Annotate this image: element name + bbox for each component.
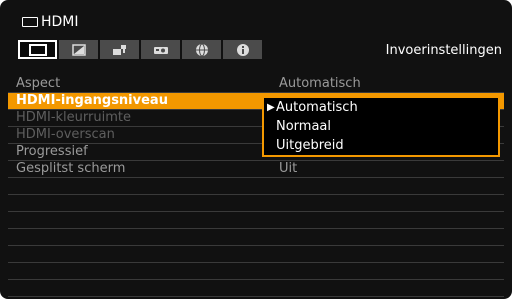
menu-item-value: Uit (279, 161, 298, 176)
menu-item-aspect[interactable]: Aspect Automatisch (8, 76, 504, 93)
menu-item-label: HDMI-ingangsniveau (16, 93, 168, 108)
projector-settings-icon (153, 44, 169, 56)
image-adjust-icon (71, 43, 86, 56)
dropdown-option-automatisch[interactable]: ▶ Automatisch (264, 99, 498, 117)
tab-installation[interactable] (100, 40, 139, 59)
empty-row (8, 178, 504, 195)
menu-item-label: Progressief (16, 144, 88, 159)
empty-row (8, 263, 504, 280)
tab-network[interactable] (182, 40, 221, 59)
empty-row (8, 246, 504, 263)
menu-item-label: Aspect (16, 76, 61, 91)
menu-item-label: HDMI-overscan (16, 127, 115, 142)
input-level-dropdown[interactable]: ▶ Automatisch Normaal Uitgebreid (262, 96, 500, 157)
empty-row (8, 195, 504, 212)
dropdown-option-label: Automatisch (276, 100, 358, 115)
empty-row (8, 212, 504, 229)
source-title-label: HDMI (41, 14, 79, 30)
menu-title: Invoerinstellingen (385, 43, 502, 58)
menu-item-split-screen[interactable]: Gesplitst scherm Uit (8, 161, 504, 178)
empty-row (8, 229, 504, 246)
tab-screen[interactable] (18, 40, 57, 59)
menu-item-label: Gesplitst scherm (16, 161, 126, 176)
network-globe-icon (195, 43, 209, 57)
installation-icon (112, 44, 128, 56)
dropdown-option-uitgebreid[interactable]: Uitgebreid (264, 137, 498, 155)
tab-image-adjust[interactable] (59, 40, 98, 59)
source-title: HDMI (22, 14, 79, 30)
selection-arrow-icon: ▶ (267, 102, 275, 113)
dropdown-option-label: Normaal (276, 119, 332, 134)
tab-projector-settings[interactable] (141, 40, 180, 59)
menu-item-label: HDMI-kleurruimte (16, 110, 131, 125)
hdmi-icon (22, 17, 38, 27)
dropdown-option-normaal[interactable]: Normaal (264, 118, 498, 136)
projector-osd-menu: HDMI Invoerinstellingen Aspect Automatis… (0, 0, 512, 299)
dropdown-option-label: Uitgebreid (276, 138, 344, 153)
screen-icon (28, 43, 47, 56)
tab-info[interactable] (223, 40, 262, 59)
info-icon (236, 43, 250, 57)
menu-tabs (18, 40, 264, 59)
menu-item-value: Automatisch (279, 76, 361, 91)
empty-row (8, 280, 504, 297)
